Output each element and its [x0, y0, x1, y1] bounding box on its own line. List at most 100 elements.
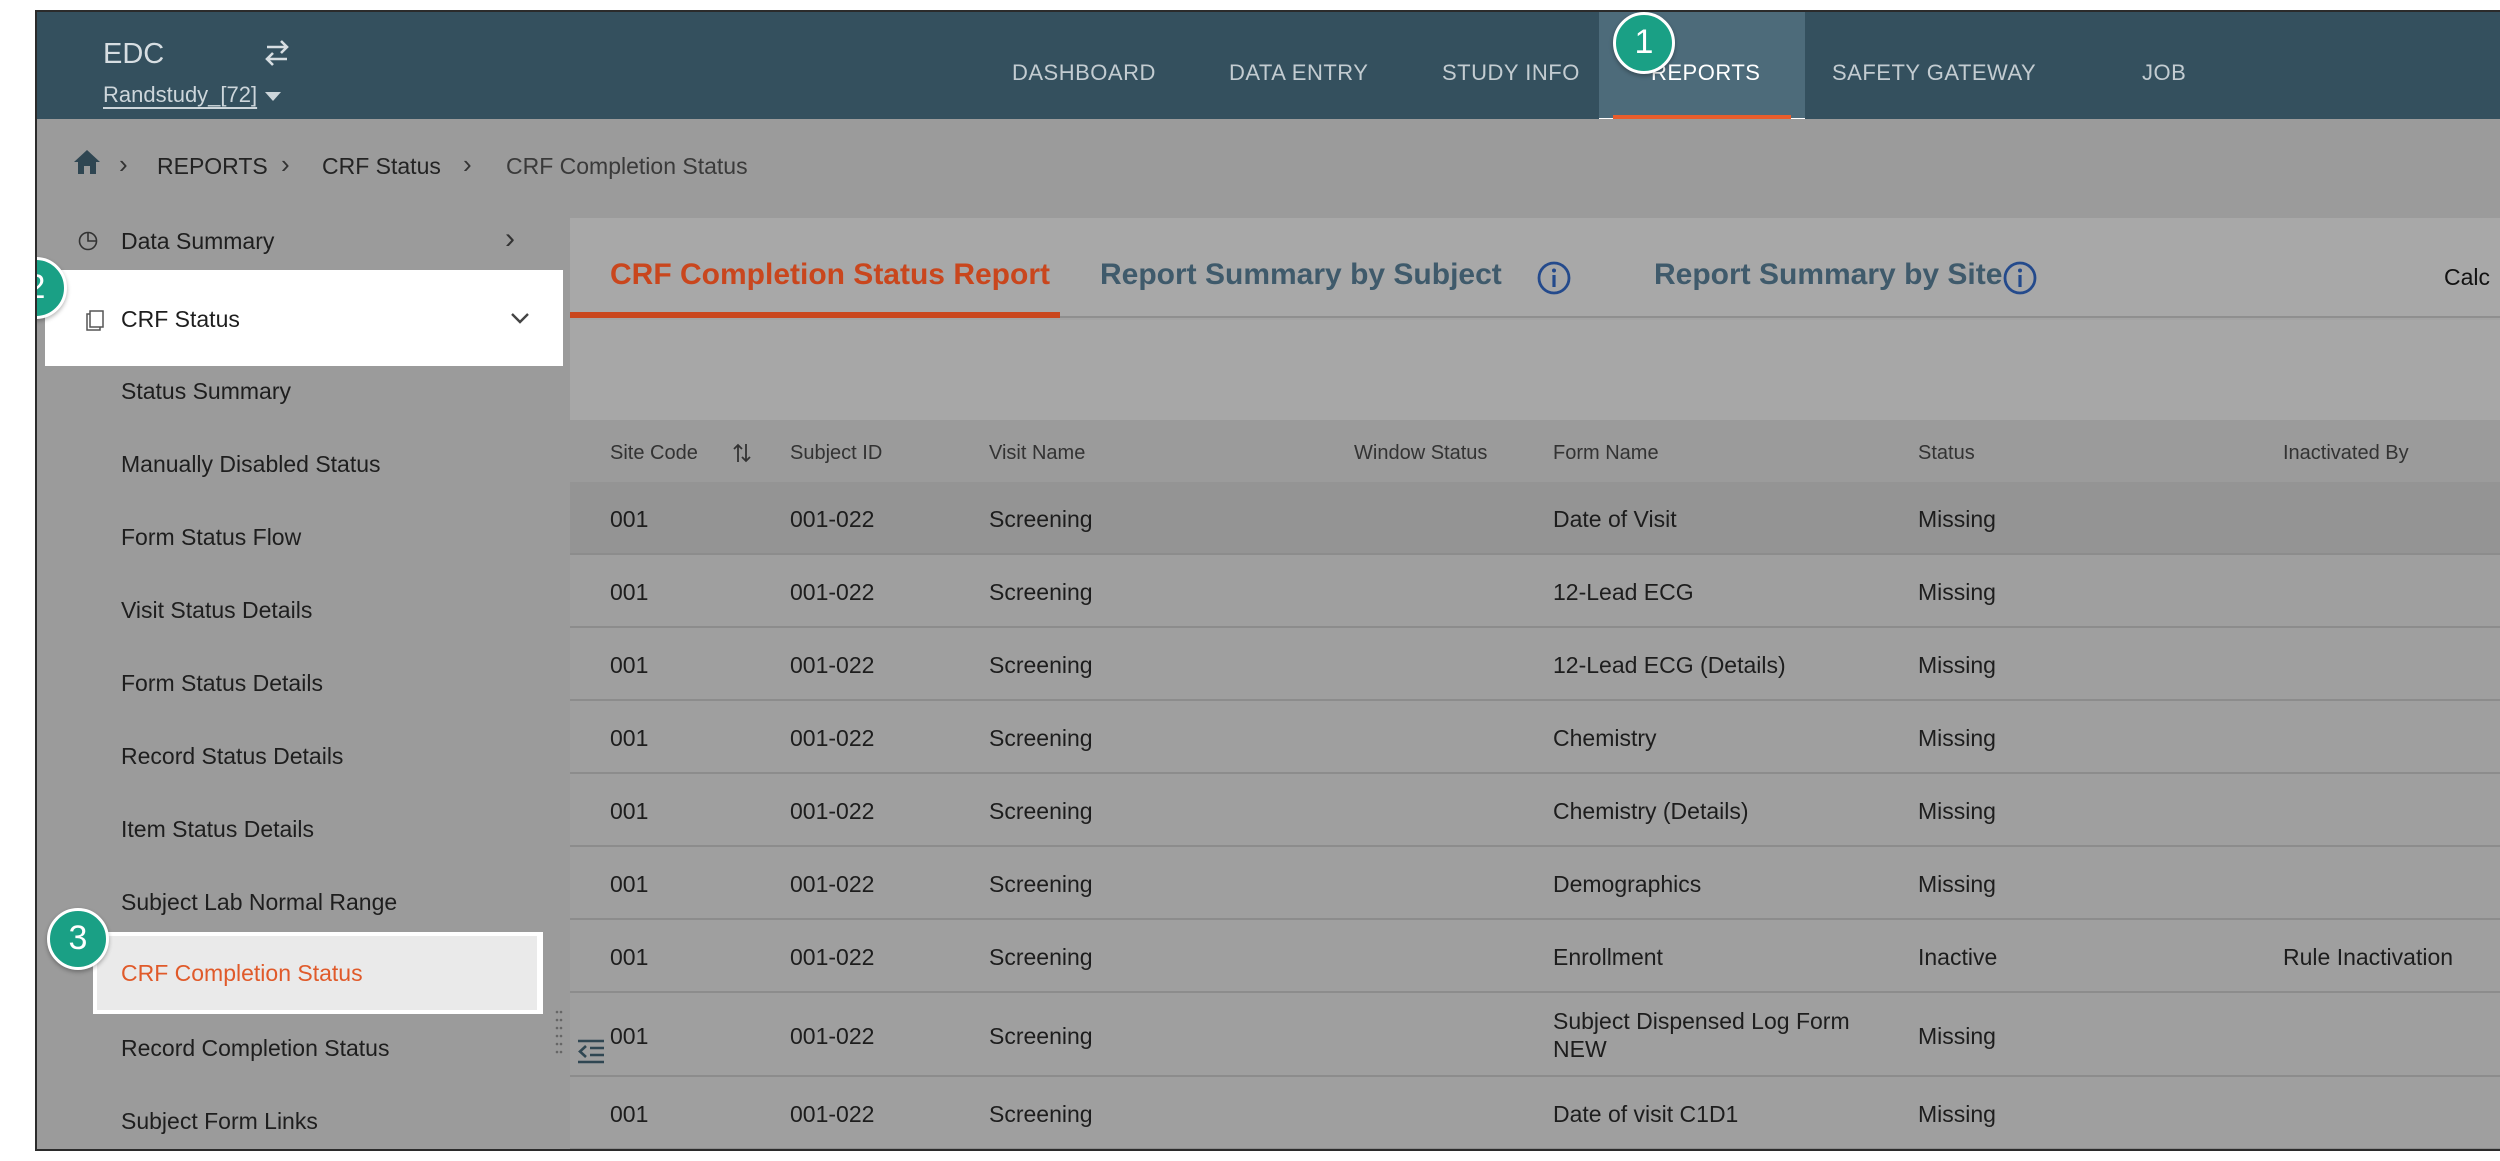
- cell-status: Missing: [1918, 579, 1996, 605]
- breadcrumb-crf-status[interactable]: CRF Status: [322, 153, 441, 180]
- cell-visit-name: Screening: [989, 798, 1093, 824]
- sidebar-section-label: CRF Status: [121, 306, 240, 332]
- sidebar-item-subject-form-links[interactable]: Subject Form Links: [121, 1108, 318, 1135]
- nav-job[interactable]: JOB: [2142, 60, 2186, 86]
- chevron-right-icon: ›: [119, 149, 128, 179]
- column-header-window-status[interactable]: Window Status: [1354, 442, 1487, 465]
- sidebar-item-status-summary[interactable]: Status Summary: [121, 378, 291, 405]
- cell-form-name-line2: NEW: [1553, 1036, 1607, 1062]
- cell-form-name: Date of Visit: [1553, 506, 1677, 532]
- active-tab-indicator: [570, 312, 1060, 318]
- cell-subject-id: 001-022: [790, 506, 875, 532]
- nav-data-entry[interactable]: DATA ENTRY: [1229, 60, 1368, 86]
- column-header-inactivated-by[interactable]: Inactivated By: [2283, 442, 2409, 465]
- report-panel: CRF Completion Status Report Report Summ…: [570, 218, 2500, 1149]
- column-header-subject-id[interactable]: Subject ID: [790, 442, 882, 465]
- callout-badge: 1: [1613, 12, 1675, 74]
- app-name: EDC: [103, 38, 165, 70]
- sidebar-item-visit-status-details[interactable]: Visit Status Details: [121, 597, 312, 624]
- column-header-form-name[interactable]: Form Name: [1553, 442, 1659, 465]
- chevron-down-icon: [511, 313, 529, 324]
- resize-handle[interactable]: [554, 1008, 564, 1058]
- table-header: Site Code Subject ID Visit Name Window S…: [570, 420, 2500, 482]
- sidebar-item-crf-completion-status[interactable]: CRF Completion Status: [93, 932, 543, 1014]
- chevron-right-icon: ›: [281, 149, 290, 179]
- cell-subject-id: 001-022: [790, 652, 875, 678]
- tab-bar: CRF Completion Status Report Report Summ…: [570, 218, 2500, 318]
- cell-site-code: 001: [610, 1101, 649, 1127]
- top-navigation-bar: EDC Randstudy_[72] DASHBOARD DATA ENTRY …: [37, 12, 2500, 132]
- cell-status: Missing: [1918, 871, 1996, 897]
- cell-status: Missing: [1918, 725, 1996, 751]
- cell-subject-id: 001-022: [790, 579, 875, 605]
- column-header-site-code[interactable]: Site Code: [610, 442, 698, 465]
- cell-visit-name: Screening: [989, 652, 1093, 678]
- cell-subject-id: 001-022: [790, 798, 875, 824]
- study-selector[interactable]: Randstudy_[72]: [103, 82, 282, 108]
- app-window: EDC Randstudy_[72] DASHBOARD DATA ENTRY …: [35, 10, 2500, 1151]
- nav-safety-gateway[interactable]: SAFETY GATEWAY: [1832, 60, 2036, 86]
- cell-status: Missing: [1918, 1023, 1996, 1049]
- cell-site-code: 001: [610, 1023, 649, 1049]
- chevron-right-icon: ›: [505, 222, 515, 255]
- table-row[interactable]: 001 001-022 Screening 12-Lead ECG (Detai…: [570, 628, 2500, 701]
- swap-icon[interactable]: [259, 34, 295, 70]
- table-row[interactable]: 001 001-022 Screening Date of visit C1D1…: [570, 1077, 2500, 1149]
- cell-site-code: 001: [610, 798, 649, 824]
- cell-form-name: Enrollment: [1553, 944, 1663, 970]
- cell-form-name: Demographics: [1553, 871, 1702, 897]
- sidebar-item-manually-disabled-status[interactable]: Manually Disabled Status: [121, 451, 381, 478]
- sidebar-item-form-status-flow[interactable]: Form Status Flow: [121, 524, 301, 551]
- sidebar-item-subject-lab-normal-range[interactable]: Subject Lab Normal Range: [121, 889, 397, 916]
- chevron-right-icon: ›: [463, 149, 472, 179]
- home-icon[interactable]: [71, 147, 103, 177]
- column-header-status[interactable]: Status: [1918, 442, 1975, 465]
- info-icon[interactable]: [2002, 260, 2038, 296]
- cell-inactivated-by: Rule Inactivation: [2283, 944, 2454, 970]
- cell-form-name: Chemistry (Details): [1553, 798, 1749, 824]
- cell-subject-id: 001-022: [790, 871, 875, 897]
- cell-status: Missing: [1918, 652, 1996, 678]
- sidebar-section-crf-status[interactable]: CRF Status: [45, 270, 563, 366]
- cell-subject-id: 001-022: [790, 725, 875, 751]
- cell-visit-name: Screening: [989, 1101, 1093, 1127]
- breadcrumb-reports[interactable]: REPORTS: [157, 153, 268, 180]
- table-row[interactable]: 001 001-022 Screening Demographics Missi…: [570, 847, 2500, 920]
- study-name: Randstudy_[72]: [103, 82, 258, 107]
- sidebar-item-item-status-details[interactable]: Item Status Details: [121, 816, 314, 843]
- tab-crf-completion-status-report[interactable]: CRF Completion Status Report: [610, 258, 1050, 292]
- nav-study-info[interactable]: STUDY INFO: [1442, 60, 1580, 86]
- table-row[interactable]: 001 001-022 Screening Subject Dispensed …: [570, 993, 2500, 1077]
- column-header-visit-name[interactable]: Visit Name: [989, 442, 1085, 465]
- cell-status: Inactive: [1918, 944, 1998, 970]
- sidebar: Data Summary › CRF Status Status Summary…: [37, 208, 563, 1149]
- calc-label[interactable]: Calc: [2444, 264, 2490, 291]
- sidebar-section-data-summary[interactable]: Data Summary ›: [37, 208, 557, 272]
- cell-site-code: 001: [610, 725, 649, 751]
- callout-badge: 3: [47, 908, 109, 970]
- cell-visit-name: Screening: [989, 871, 1093, 897]
- breadcrumb-current: CRF Completion Status: [506, 153, 748, 179]
- info-icon[interactable]: [1536, 260, 1572, 296]
- cell-status: Missing: [1918, 506, 1996, 532]
- sidebar-item-record-status-details[interactable]: Record Status Details: [121, 743, 343, 770]
- tab-report-summary-by-subject[interactable]: Report Summary by Subject: [1100, 258, 1502, 292]
- tab-report-summary-by-site[interactable]: Report Summary by Site: [1654, 258, 2002, 292]
- nav-dashboard[interactable]: DASHBOARD: [1012, 60, 1156, 86]
- sidebar-item-record-completion-status[interactable]: Record Completion Status: [121, 1035, 389, 1062]
- caret-down-icon: [265, 91, 282, 101]
- cell-site-code: 001: [610, 579, 649, 605]
- table-row[interactable]: 001 001-022 Screening 12-Lead ECG Missin…: [570, 555, 2500, 628]
- table-row[interactable]: 001 001-022 Screening Enrollment Inactiv…: [570, 920, 2500, 993]
- sort-icon[interactable]: [732, 442, 752, 464]
- cell-visit-name: Screening: [989, 944, 1093, 970]
- cell-subject-id: 001-022: [790, 1023, 875, 1049]
- clipboard-icon: [86, 310, 104, 331]
- table-row[interactable]: 001 001-022 Screening Chemistry (Details…: [570, 774, 2500, 847]
- collapse-panel-icon[interactable]: [576, 1038, 606, 1066]
- table-row[interactable]: 001 001-022 Screening Date of Visit Miss…: [570, 482, 2500, 555]
- breadcrumb: › REPORTS › CRF Status › CRF Completion …: [37, 119, 2500, 208]
- table-row[interactable]: 001 001-022 Screening Chemistry Missing: [570, 701, 2500, 774]
- cell-subject-id: 001-022: [790, 1101, 875, 1127]
- sidebar-item-form-status-details[interactable]: Form Status Details: [121, 670, 323, 697]
